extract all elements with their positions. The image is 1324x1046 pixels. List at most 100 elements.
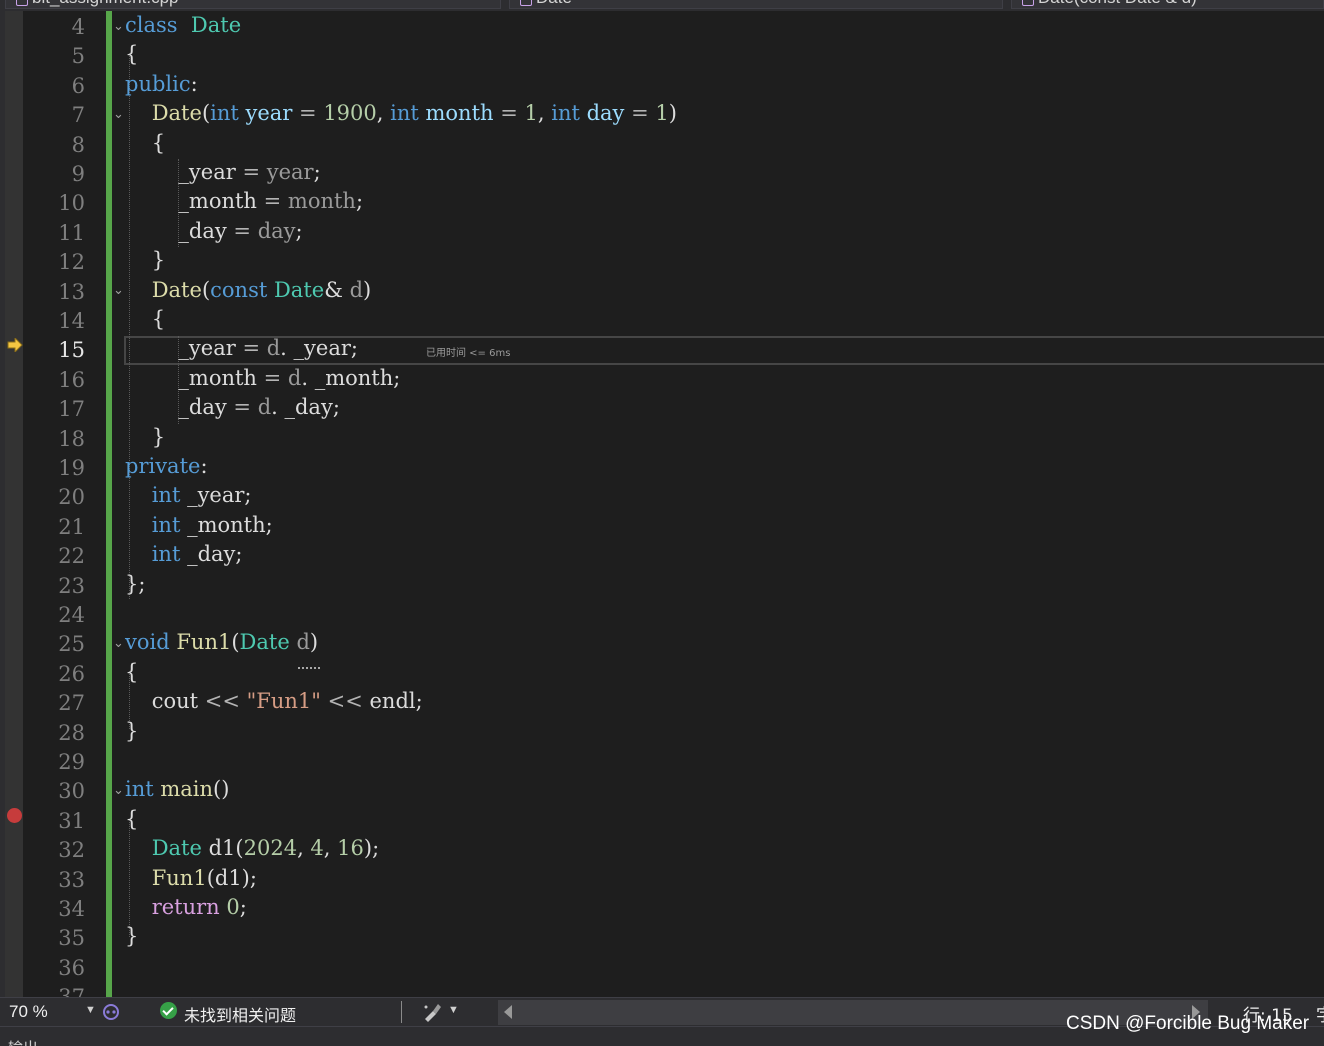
code-line: {: [125, 660, 138, 689]
fold-toggle-icon[interactable]: ⌄: [113, 636, 124, 651]
breakpoint-icon[interactable]: [7, 808, 22, 823]
code-token: 4: [310, 836, 324, 861]
code-token: day: [579, 101, 625, 126]
code-line: {: [125, 131, 165, 160]
glyph-margin[interactable]: [5, 11, 23, 997]
code-token: Date: [267, 277, 325, 302]
code-token: _year: [178, 336, 236, 361]
fold-toggle-icon[interactable]: ⌄: [113, 107, 124, 122]
code-token: =: [256, 365, 288, 390]
member-dropdown-label: Date(const Date & d): [1038, 0, 1197, 8]
code-token: _year;: [180, 483, 252, 508]
perf-tip: 已用时间 <= 6ms: [426, 348, 511, 359]
code-token: }: [125, 718, 139, 743]
line-number: 29: [58, 750, 85, 774]
code-token: ;: [239, 895, 247, 919]
code-token: int: [125, 777, 154, 802]
line-number: 35: [58, 926, 85, 951]
code-token: =: [256, 189, 288, 214]
code-line: {: [125, 307, 165, 336]
fold-toggle-icon[interactable]: ⌄: [113, 19, 124, 34]
fold-toggle-icon[interactable]: ⌄: [113, 783, 124, 798]
code-token: int: [390, 101, 419, 126]
line-number: 36: [58, 955, 85, 980]
code-token: :: [190, 71, 198, 96]
code-token: (d1);: [206, 865, 257, 890]
file-dropdown[interactable]: bit_assignment.cpp: [5, 0, 501, 9]
code-line: int _month;: [125, 513, 273, 542]
scroll-left-icon[interactable]: [504, 1005, 512, 1019]
zoom-level: 70 %: [9, 1002, 48, 1021]
issues-status[interactable]: 未找到相关问题: [184, 1002, 296, 1026]
execution-pointer-icon: [7, 338, 23, 352]
code-token: ;: [313, 160, 321, 184]
code-token: (): [213, 777, 230, 802]
code-line: cout << "Fun1" << endl;: [125, 689, 423, 718]
code-token: ;: [355, 189, 364, 214]
code-token: Date: [190, 13, 242, 37]
code-line: return 0;: [125, 895, 247, 924]
code-token: (: [231, 630, 240, 655]
file-icon: [16, 0, 28, 6]
code-token: =: [226, 395, 258, 420]
output-panel-title[interactable]: 输出: [8, 1037, 38, 1046]
code-token: year: [238, 101, 293, 126]
code-line: _month = d. _month;: [125, 366, 400, 395]
code-editor[interactable]: ⌄ ⌄ ⌄ ⌄ ⌄ class Date{public: Date(int ye…: [112, 11, 1324, 997]
code-token: d: [287, 365, 302, 390]
line-number: 8: [71, 132, 85, 157]
intellicode-icon[interactable]: [101, 1002, 121, 1022]
code-token: main: [153, 777, 214, 802]
code-token: }: [125, 924, 139, 949]
class-dropdown-label: Date: [536, 0, 572, 8]
zoom-dropdown[interactable]: 70 % ▼: [5, 1000, 96, 1024]
code-line: _month = month;: [125, 189, 363, 218]
code-line: };: [125, 572, 145, 601]
char-indicator[interactable]: 字: [1316, 1001, 1324, 1026]
code-line: int main(): [125, 777, 229, 806]
code-token: 1: [655, 101, 669, 126]
code-token: d: [266, 336, 281, 361]
code-line: _day = d. _day;: [125, 395, 340, 424]
code-line: Date d1(2024, 4, 16);: [125, 836, 379, 865]
code-token: _month;: [180, 512, 273, 537]
line-number: 4: [71, 15, 85, 39]
code-token: {: [125, 659, 139, 684]
class-dropdown[interactable]: Date: [509, 0, 1003, 9]
line-number: 6: [71, 73, 85, 98]
code-token: {: [125, 42, 139, 67]
file-dropdown-label: bit_assignment.cpp: [32, 0, 178, 8]
line-number: 21: [58, 514, 85, 539]
fold-toggle-icon[interactable]: ⌄: [113, 283, 124, 298]
code-token: {: [125, 130, 166, 155]
code-line: private:: [125, 454, 208, 483]
code-token: Date: [151, 101, 202, 126]
code-token: ): [309, 630, 319, 655]
chevron-down-icon: ▼: [85, 1004, 96, 1016]
code-token: "Fun1": [239, 689, 321, 714]
code-line: Date(int year = 1900, int month = 1, int…: [125, 101, 677, 130]
code-token: );: [363, 836, 380, 861]
line-number: 13: [58, 279, 85, 304]
code-token: void: [125, 630, 170, 655]
code-token: &: [324, 277, 343, 302]
code-token: ): [668, 101, 677, 126]
check-circle-icon: [160, 1002, 177, 1019]
code-line: Fun1(d1);: [125, 866, 257, 895]
code-line: {: [125, 807, 138, 836]
code-token: int: [210, 101, 239, 126]
code-token: . _month;: [301, 365, 401, 390]
chevron-down-icon[interactable]: ▼: [448, 1004, 459, 1016]
code-cleanup-icon[interactable]: [421, 1001, 443, 1023]
code-token: _month: [178, 365, 257, 390]
code-token: =: [292, 101, 324, 126]
watermark: CSDN @Forcible Bug Maker: [1066, 1013, 1310, 1034]
member-dropdown[interactable]: Date(const Date & d): [1011, 0, 1324, 9]
